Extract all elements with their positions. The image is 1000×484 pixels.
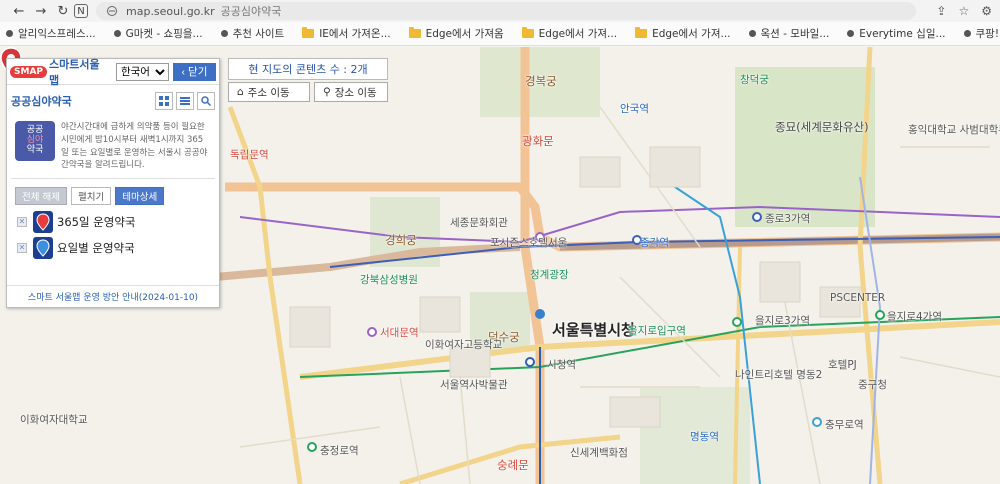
label-chungmuro: 충무로역 xyxy=(825,419,864,431)
category-checkbox[interactable]: ✕ xyxy=(17,217,27,227)
grid-view-icon[interactable] xyxy=(155,92,173,110)
bookmark-item[interactable]: 알리익스프레스... xyxy=(6,26,96,41)
label-jung-office: 중구청 xyxy=(858,379,887,391)
url-title: 공공심야약국 xyxy=(220,5,282,18)
label-gyeongbokgung: 경복궁 xyxy=(525,74,557,88)
bookmark-item[interactable]: 옥션 - 모바일... xyxy=(748,26,829,41)
operation-notice-link[interactable]: 스마트 서울맵 운영 방안 안내(2024-01-10) xyxy=(7,285,219,307)
label-seoul-museum: 서울역사박물관 xyxy=(440,379,508,391)
language-select[interactable]: 한국어 xyxy=(115,62,169,81)
folder-icon xyxy=(521,27,534,38)
label-city-hall: 서울특별시청 xyxy=(552,321,635,339)
chevron-left-icon: ‹ xyxy=(181,65,186,78)
favicon-icon xyxy=(113,30,121,37)
pharmacy-365-icon xyxy=(33,211,53,233)
address-bar[interactable]: map.seoul.go.kr 공공심야약국 xyxy=(96,2,916,20)
label-gwanghwamun: 광화문 xyxy=(522,134,554,148)
bookmark-item[interactable]: 쿠팡! xyxy=(963,26,999,41)
clear-all-button[interactable]: 전체 해제 xyxy=(15,187,67,205)
newtab-icon[interactable]: N xyxy=(74,4,88,18)
bookmark-item[interactable]: Everytime 십일... xyxy=(847,26,946,41)
back-icon[interactable]: ← xyxy=(8,2,30,20)
label-sungnyemun: 숭례문 xyxy=(497,458,529,472)
folder-icon xyxy=(635,27,648,38)
label-seodaemun: 서대문역 xyxy=(380,327,419,339)
label-euljiro-entrance: 을지로입구역 xyxy=(628,325,686,337)
label-changdeokgung: 창덕궁 xyxy=(740,74,769,86)
panel-title: 공공심야약국 xyxy=(11,95,72,108)
label-pscenter: PSCENTER xyxy=(830,292,886,304)
label-myeongdong: 명동역 xyxy=(690,431,719,443)
place-move-button[interactable]: ⚲ 장소 이동 xyxy=(314,82,388,102)
label-dokripmun: 독립문역 xyxy=(230,149,269,161)
smart-seoul-map-logo[interactable]: SMAP 스마트서울맵 xyxy=(10,58,108,87)
category-365[interactable]: ✕ 365일 운영약국 xyxy=(7,209,219,235)
location-pin-icon: ⚲ xyxy=(323,86,331,98)
label-hongik: 홍익대학교 사범대학부속고 xyxy=(908,124,1000,136)
theme-panel: SMAP 스마트서울맵 한국어 ‹ 닫기 공공심야약국 공공 심야 약국 야간시… xyxy=(6,58,220,308)
label-euljiro4ga: 을지로4가역 xyxy=(887,311,942,323)
expand-button[interactable]: 펼치기 xyxy=(70,187,112,205)
category-weekday[interactable]: ✕ 요일별 운영약국 xyxy=(7,235,219,261)
site-info-icon[interactable] xyxy=(106,5,118,17)
folder-icon xyxy=(408,27,421,38)
favicon-icon xyxy=(847,30,855,37)
star-icon[interactable]: ☆ xyxy=(958,4,969,18)
bookmark-item[interactable]: G마켓 - 쇼핑을... xyxy=(113,26,203,41)
label-jonggak: 종각역 xyxy=(640,237,669,249)
park-jongmyo xyxy=(735,67,875,227)
label-hotel-pj: 호텔PJ xyxy=(828,359,857,371)
label-euljiro3ga: 을지로3가역 xyxy=(755,315,810,327)
url-text: map.seoul.go.kr xyxy=(126,4,215,18)
browser-toolbar: ← → ↻ N map.seoul.go.kr 공공심야약국 ⇪ ☆ ⚙ xyxy=(0,0,1000,22)
bookmark-item[interactable]: IE에서 가져온... xyxy=(302,26,391,41)
city-hall-marker xyxy=(535,309,545,319)
bookmark-item[interactable]: Edge에서 가져옴 xyxy=(408,26,504,41)
close-panel-button[interactable]: ‹ 닫기 xyxy=(172,62,216,81)
theme-detail-button[interactable]: 테마상세 xyxy=(115,187,165,205)
folder-icon xyxy=(302,27,315,38)
label-jongno3ga: 종로3가역 xyxy=(765,213,811,225)
intro-description: 야간시간대에 급하게 의약품 등이 필요한 시민에게 밤10시부터 새벽1시까지… xyxy=(61,122,208,171)
favicon-icon xyxy=(963,30,971,37)
address-move-button[interactable]: ⌂ 주소 이동 xyxy=(228,82,310,102)
extensions-icon[interactable]: ⚙ xyxy=(981,4,992,18)
label-kangbuk-samsung: 강북삼성병원 xyxy=(360,274,418,286)
favicon-icon xyxy=(6,30,13,37)
label-sinsegae: 신세계백화점 xyxy=(570,447,628,459)
label-anguk: 안국역 xyxy=(620,103,649,115)
label-nine-tree: 나인트리호텔 명동2 xyxy=(735,369,823,381)
favicon-icon xyxy=(220,30,228,37)
night-pharmacy-logo: 공공 심야 약국 xyxy=(15,121,55,161)
label-four-seasons: 포시즌스호텔서울 xyxy=(490,237,568,249)
reload-icon[interactable]: ↻ xyxy=(52,2,74,20)
favicon-icon xyxy=(748,30,756,37)
label-gyeonghuigung: 경희궁 xyxy=(385,233,417,247)
bookmark-item[interactable]: Edge에서 가져... xyxy=(521,26,617,41)
share-icon[interactable]: ⇪ xyxy=(936,4,946,18)
forward-icon[interactable]: → xyxy=(30,2,52,20)
home-icon: ⌂ xyxy=(237,86,244,98)
category-checkbox[interactable]: ✕ xyxy=(17,243,27,253)
label-chungjeongno: 충정로역 xyxy=(320,445,359,457)
bookmark-item[interactable]: 추천 사이트 xyxy=(220,26,284,41)
label-jongmyo: 종묘(세계문화유산) xyxy=(775,120,869,134)
bookmarks-bar: 알리익스프레스... G마켓 - 쇼핑을... 추천 사이트 IE에서 가져온... E… xyxy=(0,22,1000,46)
label-ewha-univ: 이화여자대학교 xyxy=(20,414,88,426)
label-ewha: 이화여자고등학교 xyxy=(425,339,503,351)
list-view-icon[interactable] xyxy=(176,92,194,110)
label-city-hall-station: 시청역 xyxy=(547,359,576,371)
pharmacy-weekday-icon xyxy=(33,237,53,259)
content-count: 현 지도의 콘텐츠 수 : 2개 xyxy=(228,58,388,80)
label-sejong-center: 세종문화회관 xyxy=(450,217,508,229)
label-cheonggye-plaza: 청계광장 xyxy=(530,269,569,281)
bookmark-item[interactable]: Edge에서 가져... xyxy=(635,26,731,41)
search-icon[interactable] xyxy=(197,92,215,110)
